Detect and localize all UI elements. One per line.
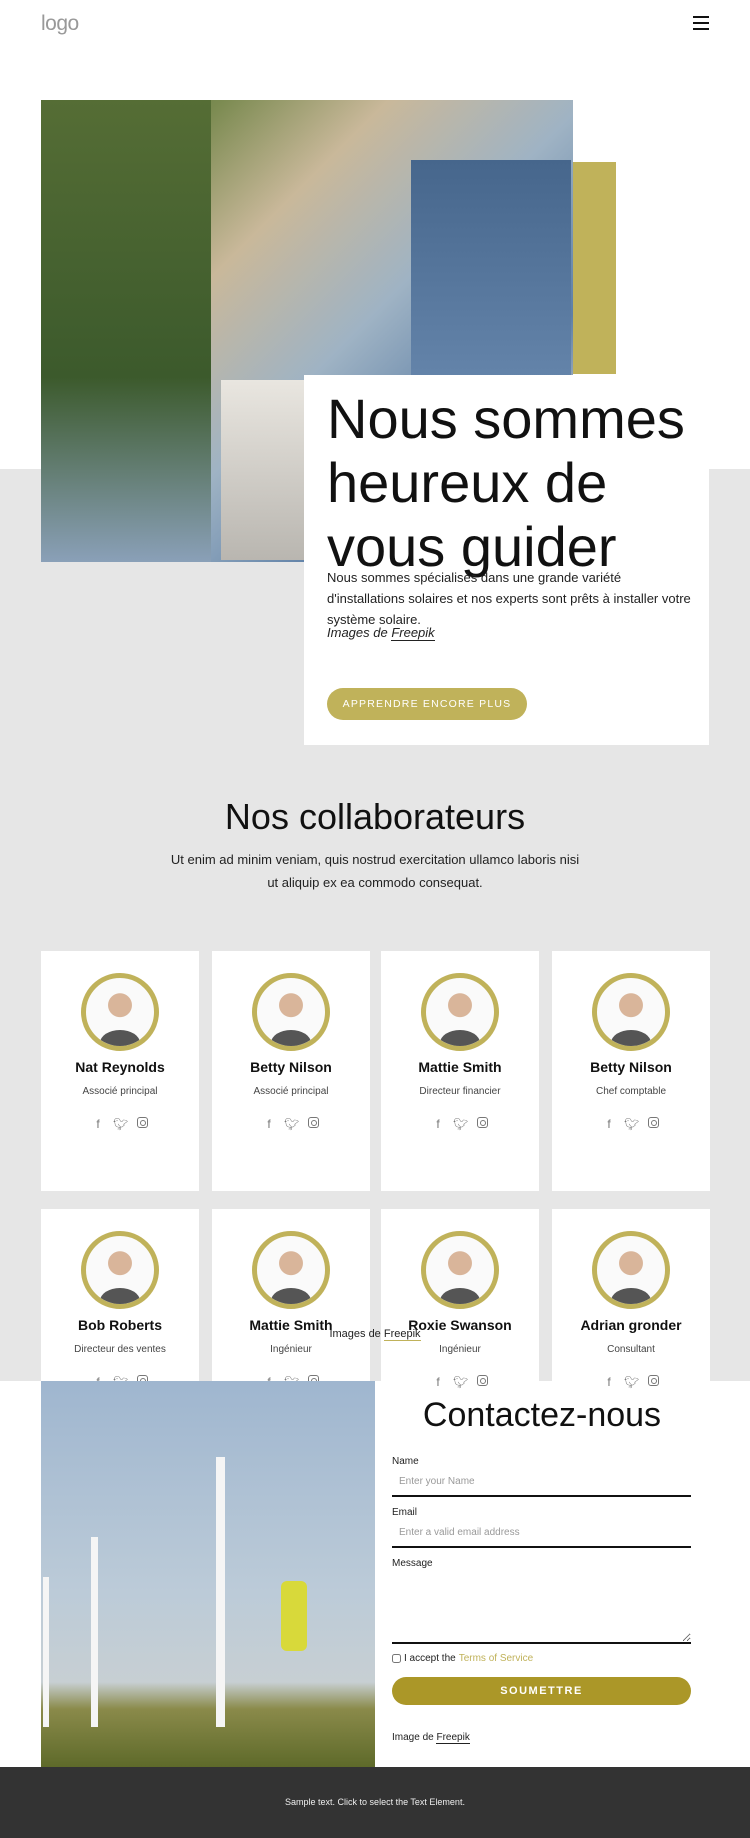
twitter-icon[interactable]: 🐦︎ xyxy=(284,1117,299,1131)
freepik-link[interactable]: Freepik xyxy=(383,1328,421,1341)
member-role: Consultant xyxy=(607,1344,655,1355)
email-label: Email xyxy=(392,1507,418,1518)
avatar xyxy=(421,973,499,1051)
submit-button[interactable]: SOUMETTRE xyxy=(392,1677,691,1705)
team-title: Nos collaborateurs xyxy=(224,796,526,837)
credit-prefix: Image de xyxy=(392,1732,434,1743)
contact-credit: Image de Freepik xyxy=(392,1732,470,1744)
twitter-icon[interactable]: 🐦︎ xyxy=(113,1117,128,1131)
learn-more-button[interactable]: APPRENDRE ENCORE PLUS xyxy=(327,688,527,720)
member-role: Ingénieur xyxy=(439,1344,481,1355)
terms-checkbox-row: I accept the Terms of Service xyxy=(392,1653,533,1664)
accept-label: I accept the xyxy=(404,1653,456,1664)
facebook-icon[interactable]: f xyxy=(431,1117,445,1131)
member-name: Mattie Smith xyxy=(418,1059,502,1075)
member-role: Directeur des ventes xyxy=(74,1344,166,1355)
team-card: Betty Nilson Associé principal f 🐦︎ xyxy=(212,951,370,1191)
facebook-icon[interactable]: f xyxy=(602,1117,616,1131)
avatar xyxy=(252,1231,330,1309)
member-role: Associé principal xyxy=(82,1086,158,1097)
social-links: f 🐦︎ xyxy=(552,1375,710,1389)
team-credit: Images de Freepik xyxy=(0,1328,750,1341)
member-name: Betty Nilson xyxy=(590,1059,672,1075)
credit-prefix: Images de xyxy=(327,625,388,640)
facebook-icon[interactable]: f xyxy=(262,1117,276,1131)
facebook-icon[interactable]: f xyxy=(602,1375,616,1389)
member-role: Directeur financier xyxy=(419,1086,501,1097)
avatar xyxy=(592,973,670,1051)
message-input[interactable] xyxy=(392,1572,691,1644)
social-links: f 🐦︎ xyxy=(552,1117,710,1131)
member-name: Betty Nilson xyxy=(250,1059,332,1075)
footer-text[interactable]: Sample text. Click to select the Text El… xyxy=(0,1797,750,1807)
wind-turbines-image xyxy=(41,1381,375,1767)
avatar xyxy=(421,1231,499,1309)
hero-title: Nous sommes heureux de vous guider xyxy=(327,387,685,578)
member-role: Ingénieur xyxy=(270,1344,312,1355)
contact-title: Contactez-nous xyxy=(422,1396,662,1434)
twitter-icon[interactable]: 🐦︎ xyxy=(624,1117,639,1131)
message-label: Message xyxy=(392,1558,433,1569)
avatar xyxy=(81,973,159,1051)
instagram-icon[interactable] xyxy=(306,1117,320,1131)
instagram-icon[interactable] xyxy=(475,1375,489,1389)
team-card: Betty Nilson Chef comptable f 🐦︎ xyxy=(552,951,710,1191)
avatar xyxy=(252,973,330,1051)
social-links: f 🐦︎ xyxy=(381,1117,539,1131)
name-label: Name xyxy=(392,1456,419,1467)
social-links: f 🐦︎ xyxy=(381,1375,539,1389)
member-name: Nat Reynolds xyxy=(75,1059,165,1075)
hamburger-icon[interactable] xyxy=(693,16,709,30)
hero-text: Nous sommes spécialisés dans une grande … xyxy=(327,570,691,627)
twitter-icon[interactable]: 🐦︎ xyxy=(624,1375,639,1389)
decorative-accent-bar xyxy=(573,162,616,374)
twitter-icon[interactable]: 🐦︎ xyxy=(453,1117,468,1131)
freepik-link[interactable]: Freepik xyxy=(391,625,435,641)
member-role: Associé principal xyxy=(253,1086,329,1097)
avatar xyxy=(592,1231,670,1309)
name-input[interactable] xyxy=(392,1467,691,1497)
hero-card: Nous sommes heureux de vous guider Nous … xyxy=(304,375,709,745)
instagram-icon[interactable] xyxy=(646,1117,660,1131)
facebook-icon[interactable]: f xyxy=(431,1375,445,1389)
avatar xyxy=(81,1231,159,1309)
team-card: Nat Reynolds Associé principal f 🐦︎ xyxy=(41,951,199,1191)
team-subtitle: Ut enim ad minim veniam, quis nostrud ex… xyxy=(170,852,580,890)
facebook-icon[interactable]: f xyxy=(91,1117,105,1131)
instagram-icon[interactable] xyxy=(135,1117,149,1131)
credit-prefix: Images de xyxy=(329,1328,381,1340)
social-links: f 🐦︎ xyxy=(41,1117,199,1131)
member-role: Chef comptable xyxy=(595,1086,667,1097)
logo[interactable]: logo xyxy=(41,12,79,36)
twitter-icon[interactable]: 🐦︎ xyxy=(453,1375,468,1389)
instagram-icon[interactable] xyxy=(475,1117,489,1131)
terms-checkbox[interactable] xyxy=(392,1654,401,1663)
hero-credit: Images de Freepik xyxy=(327,625,435,641)
social-links: f 🐦︎ xyxy=(212,1117,370,1131)
freepik-link[interactable]: Freepik xyxy=(436,1732,470,1744)
instagram-icon[interactable] xyxy=(646,1375,660,1389)
email-input[interactable] xyxy=(392,1518,691,1548)
team-card: Mattie Smith Directeur financier f 🐦︎ xyxy=(381,951,539,1191)
terms-link[interactable]: Terms of Service xyxy=(459,1653,533,1664)
footer: Sample text. Click to select the Text El… xyxy=(0,1767,750,1838)
